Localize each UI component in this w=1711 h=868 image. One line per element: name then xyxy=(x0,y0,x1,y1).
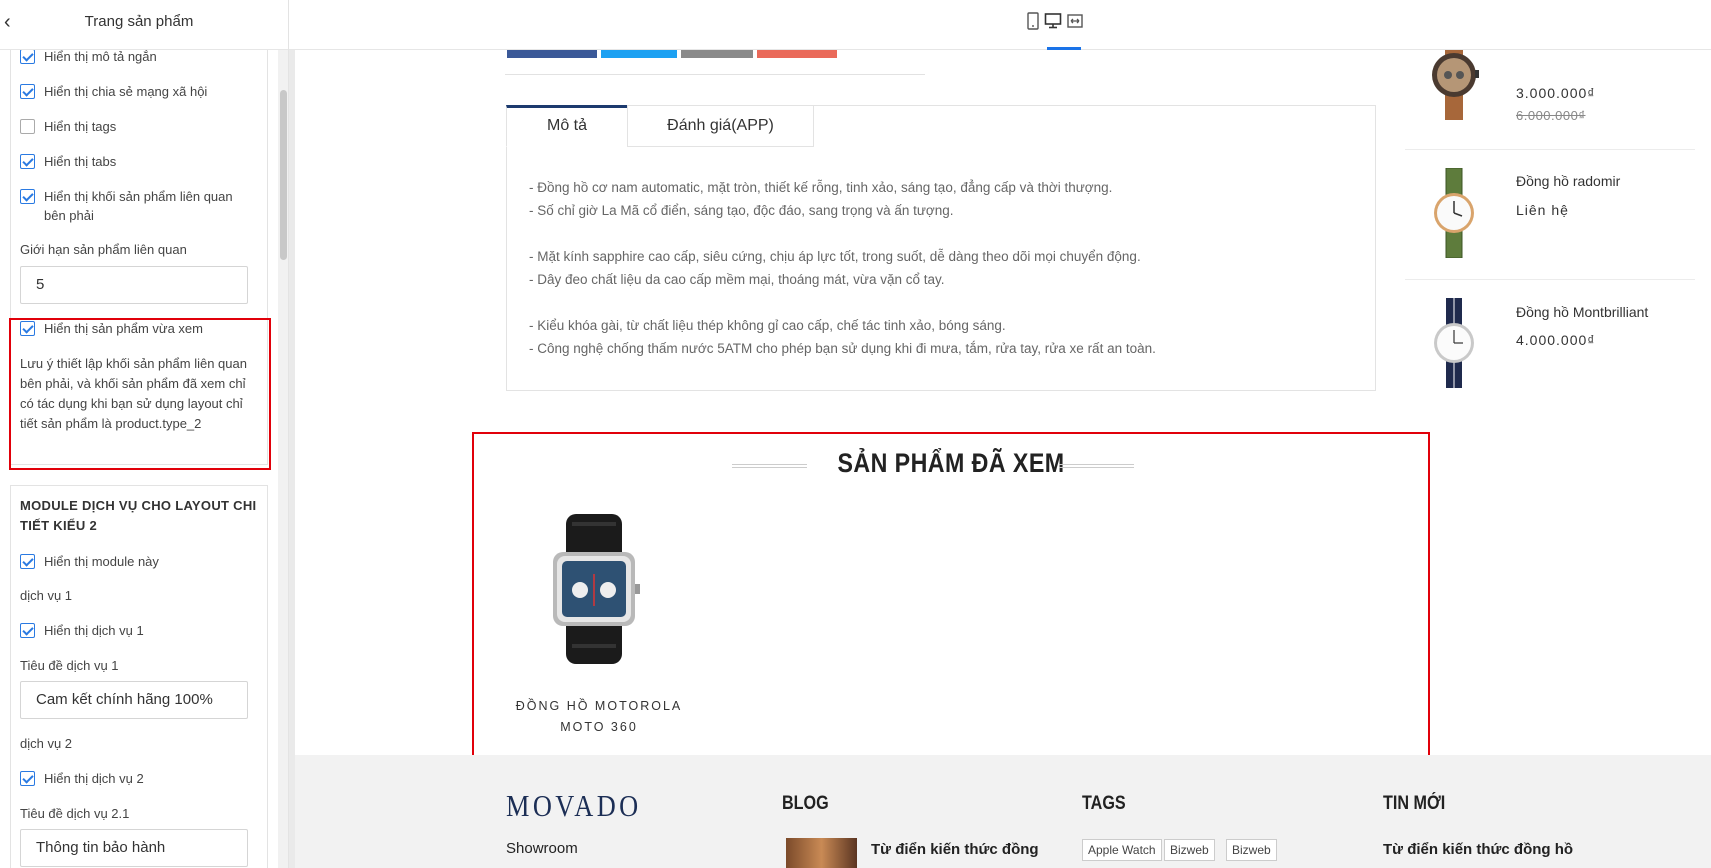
sidebar-header: ‹ Trang sản phẩm xyxy=(0,0,288,50)
checkbox-icon[interactable] xyxy=(20,119,35,134)
product-image[interactable] xyxy=(544,514,654,664)
footer-link-showroom[interactable]: Showroom xyxy=(506,840,578,857)
google-share-button[interactable] xyxy=(757,50,837,58)
twitter-share-button[interactable] xyxy=(601,50,677,58)
tag-chip[interactable]: Bizweb xyxy=(1164,839,1215,861)
product-thumbnail xyxy=(1434,168,1474,258)
checkbox-show-tags[interactable]: Hiển thị tags xyxy=(20,117,250,136)
store-preview: Mô tả Đánh giá(APP) - Đồng hồ cơ nam aut… xyxy=(289,50,1711,868)
recently-viewed-title: SẢN PHẨM ĐÃ XEM xyxy=(837,448,1065,478)
footer-tags-heading: TAGS xyxy=(1082,793,1126,814)
tag-chip[interactable]: Bizweb xyxy=(1226,839,1277,861)
share-divider xyxy=(505,74,925,75)
checkbox-show-service1[interactable]: Hiển thị dịch vụ 1 xyxy=(20,621,250,640)
sidebar-scrollbar-thumb[interactable] xyxy=(280,90,287,260)
blog-thumbnail[interactable] xyxy=(786,838,857,868)
service-module-title: MODULE DỊCH VỤ CHO LAYOUT CHI TIẾT KIỂU … xyxy=(20,498,257,533)
checkbox-icon[interactable] xyxy=(20,623,35,638)
service1-group-label: dịch vụ 1 xyxy=(20,588,73,603)
desktop-icon[interactable] xyxy=(1041,12,1065,36)
service2-title-input[interactable]: Thông tin bảo hành xyxy=(20,829,248,867)
service2-group-label: dịch vụ 2 xyxy=(20,736,73,751)
highlight-recently-viewed-setting xyxy=(9,318,271,470)
checkbox-icon[interactable] xyxy=(20,189,35,204)
facebook-share-button[interactable] xyxy=(507,50,597,58)
preview-toolbar xyxy=(289,0,1711,50)
description-line: - Số chỉ giờ La Mã cổ điển, sáng tạo, độ… xyxy=(529,203,954,218)
checkbox-show-social-share[interactable]: Hiển thị chia sẻ mạng xã hội xyxy=(20,82,250,101)
product-old-price: 6.000.000₫ xyxy=(1516,108,1586,123)
checkbox-show-module[interactable]: Hiển thị module này xyxy=(20,552,250,571)
checkbox-label: Hiển thị khối sản phẩm liên quan bên phả… xyxy=(44,189,233,223)
active-device-indicator xyxy=(1047,47,1081,50)
checkbox-show-service2[interactable]: Hiển thị dịch vụ 2 xyxy=(20,769,250,788)
related-limit-input[interactable]: 5 xyxy=(20,266,248,304)
checkbox-icon[interactable] xyxy=(20,84,35,99)
footer-news-heading: TIN MỚI xyxy=(1383,793,1446,814)
blog-item-title[interactable]: Từ điển kiến thức đồng xyxy=(871,841,1039,858)
checkbox-icon[interactable] xyxy=(20,154,35,169)
checkbox-show-tabs[interactable]: Hiển thị tabs xyxy=(20,152,250,171)
service1-title-label: Tiêu đề dịch vụ 1 xyxy=(20,658,119,673)
related-product-item[interactable]: 3.000.000₫ 6.000.000₫ xyxy=(1405,50,1695,150)
sidebar-title: Trang sản phẩm xyxy=(84,13,194,30)
footer-logo[interactable]: MOVADO xyxy=(506,788,642,824)
product-name[interactable]: Đồng hồ Montbrilliant xyxy=(1516,304,1648,320)
product-thumbnail xyxy=(1434,298,1474,388)
settings-sidebar: ‹ Trang sản phẩm Hiển thị mô tả ngắn Hiể… xyxy=(0,0,289,868)
social-share-buttons xyxy=(507,50,837,58)
related-product-item[interactable]: Đồng hồ Montbrilliant 4.000.000₫ xyxy=(1405,280,1695,410)
product-name[interactable]: Đồng hồ radomir xyxy=(1516,173,1620,189)
tab-description-content: - Đồng hồ cơ nam automatic, mặt tròn, th… xyxy=(529,176,1349,360)
product-price: Liên hệ xyxy=(1516,202,1569,218)
service2-title-label: Tiêu đề dịch vụ 2.1 xyxy=(20,806,130,821)
product-price: 3.000.000₫ xyxy=(1516,85,1596,101)
checkbox-label: Hiển thị dịch vụ 1 xyxy=(44,623,144,638)
news-item-title[interactable]: Từ điển kiến thức đồng hồ xyxy=(1383,841,1573,858)
email-share-button[interactable] xyxy=(681,50,753,58)
product-price: 4.000.000₫ xyxy=(1516,332,1596,348)
checkbox-icon[interactable] xyxy=(20,771,35,786)
tab-description[interactable]: Mô tả xyxy=(506,105,628,147)
site-footer: MOVADO Showroom BLOG Từ điển kiến thức đ… xyxy=(295,755,1711,868)
checkbox-label: Hiển thị dịch vụ 2 xyxy=(44,771,144,786)
checkbox-label: Hiển thị module này xyxy=(44,554,159,569)
recently-viewed-block: SẢN PHẨM ĐÃ XEM ĐỒNG HỒ MOTOROLA MOTO 36… xyxy=(472,432,1430,762)
description-line: - Kiểu khóa gài, từ chất liệu thép không… xyxy=(529,318,1006,333)
product-thumbnail xyxy=(1432,50,1479,120)
tag-chip[interactable]: Apple Watch xyxy=(1082,839,1162,861)
viewed-product-name[interactable]: ĐỒNG HỒ MOTOROLA MOTO 360 xyxy=(494,696,704,738)
checkbox-label: Hiển thị chia sẻ mạng xã hội xyxy=(44,84,208,99)
preview-gutter xyxy=(289,50,295,868)
description-line: - Mặt kính sapphire cao cấp, siêu cứng, … xyxy=(529,249,1141,264)
footer-blog-heading: BLOG xyxy=(782,793,829,814)
product-tabs: Mô tả Đánh giá(APP) - Đồng hồ cơ nam aut… xyxy=(506,105,1376,391)
service1-title-input[interactable]: Cam kết chính hãng 100% xyxy=(20,681,248,719)
checkbox-icon[interactable] xyxy=(20,554,35,569)
related-limit-label: Giới hạn sản phẩm liên quan xyxy=(20,242,187,257)
checkbox-show-related-right[interactable]: Hiển thị khối sản phẩm liên quan bên phả… xyxy=(20,187,250,225)
checkbox-label: Hiển thị tags xyxy=(44,119,117,134)
checkbox-label: Hiển thị tabs xyxy=(44,154,117,169)
checkbox-icon[interactable] xyxy=(20,49,35,64)
fullwidth-icon[interactable] xyxy=(1063,12,1087,36)
related-product-item[interactable]: Đồng hồ radomir Liên hệ xyxy=(1405,150,1695,280)
tab-reviews[interactable]: Đánh giá(APP) xyxy=(627,105,814,147)
description-line: - Đồng hồ cơ nam automatic, mặt tròn, th… xyxy=(529,180,1113,195)
description-line: - Dây đeo chất liệu da cao cấp mềm mại, … xyxy=(529,272,945,287)
title-decor-right xyxy=(1059,464,1134,468)
description-line: - Công nghệ chống thấm nước 5ATM cho phé… xyxy=(529,341,1156,356)
